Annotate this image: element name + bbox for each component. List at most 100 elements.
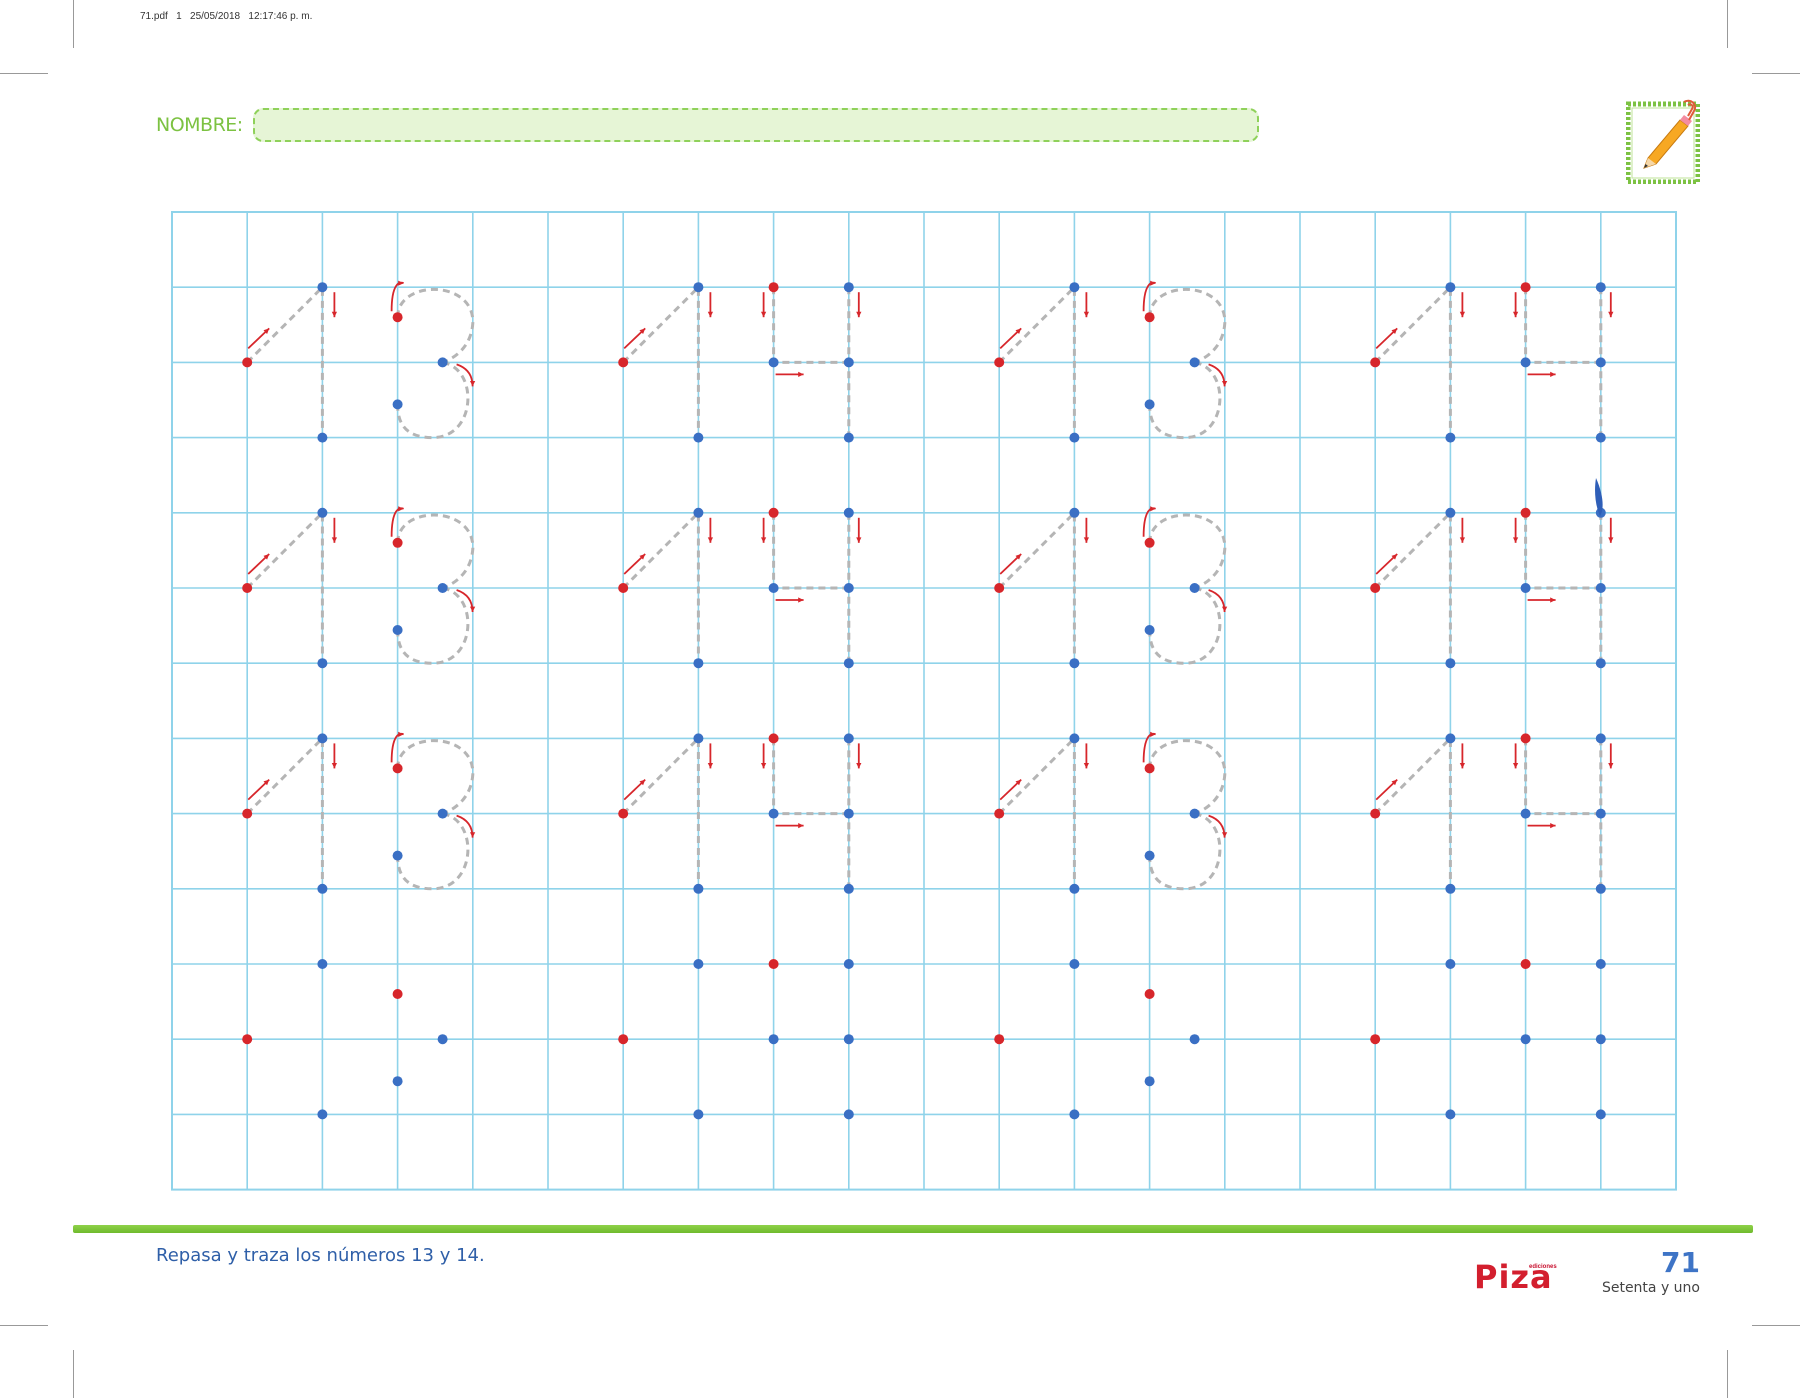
arrow-head	[1550, 822, 1556, 829]
point-dot	[1069, 507, 1080, 518]
start-dot	[1370, 357, 1381, 368]
start-dot	[392, 312, 403, 323]
point-dot	[1144, 1076, 1155, 1087]
point-dot	[317, 1109, 328, 1120]
arrow-head	[398, 731, 404, 738]
dashed-trace	[1148, 287, 1227, 364]
curved-arrow-icon	[1208, 363, 1226, 387]
arrow-head	[760, 311, 767, 318]
point-dot	[1144, 399, 1155, 410]
point-dot	[843, 357, 854, 368]
start-dot	[768, 733, 779, 744]
arrow-head	[331, 762, 338, 769]
dashed-trace	[772, 287, 849, 364]
point-dot	[843, 808, 854, 819]
arrow-head	[1459, 537, 1466, 543]
point-dot	[317, 959, 328, 969]
point-dot	[317, 733, 328, 744]
point-dot	[843, 432, 854, 443]
point-dot	[843, 959, 854, 969]
point-dot	[843, 282, 854, 293]
point-dot	[1189, 808, 1200, 819]
point-dot	[693, 432, 704, 443]
arrow-head	[1608, 537, 1614, 543]
point-dot	[1595, 883, 1606, 894]
start-dot	[1520, 733, 1531, 744]
point-dot	[1595, 658, 1606, 669]
start-dot	[768, 507, 779, 518]
start-dot	[1520, 507, 1531, 518]
point-dot	[843, 1109, 854, 1120]
point-dot	[1189, 583, 1200, 593]
start-dot	[618, 583, 629, 593]
arrow-head	[1512, 537, 1519, 543]
point-dot	[437, 808, 448, 819]
arrow-head	[798, 371, 804, 378]
dashed-trace	[772, 738, 849, 816]
dashed-trace	[396, 739, 475, 816]
point-dot	[843, 583, 854, 593]
arrow-head	[707, 537, 714, 543]
point-dot	[437, 1034, 448, 1045]
point-dot	[1595, 357, 1606, 368]
point-dot	[843, 658, 854, 669]
arrow-head	[1221, 380, 1228, 387]
arrow-head	[1150, 731, 1156, 738]
start-dot	[1520, 959, 1531, 969]
dashed-trace	[1148, 360, 1222, 440]
arrow-head	[1459, 311, 1466, 318]
arrow-head	[1512, 311, 1519, 318]
start-dot	[242, 808, 253, 819]
arrow-head	[707, 311, 714, 318]
grid-lines	[171, 211, 1677, 1191]
point-dot	[768, 583, 779, 593]
point-dot	[693, 282, 704, 293]
point-dot	[1595, 733, 1606, 744]
point-dot	[437, 357, 448, 368]
point-dot	[768, 357, 779, 368]
footer-bar	[73, 1225, 1753, 1233]
point-dot	[392, 399, 403, 410]
point-dot	[1189, 357, 1200, 368]
point-dot	[693, 507, 704, 518]
arrow-head	[1550, 597, 1556, 603]
point-dot	[392, 625, 403, 635]
point-dot	[437, 583, 448, 593]
point-dot	[843, 733, 854, 744]
arrow-head	[331, 311, 338, 318]
point-dot	[392, 850, 403, 861]
start-dot	[392, 537, 403, 548]
arrow-head	[1083, 537, 1090, 543]
point-dot	[1595, 282, 1606, 293]
curved-arrow-icon	[456, 363, 474, 387]
dashed-trace	[396, 513, 475, 590]
point-dot	[1595, 1109, 1606, 1120]
arrow-head	[1150, 280, 1156, 286]
arrow-head	[1221, 606, 1228, 612]
start-dot	[1520, 282, 1531, 293]
arrow-head	[469, 832, 476, 838]
point-dot	[1520, 808, 1531, 819]
start-dot	[1144, 537, 1155, 548]
start-dot	[768, 282, 779, 293]
start-dot	[1370, 1034, 1381, 1045]
point-dot	[693, 658, 704, 669]
start-dot	[392, 989, 403, 999]
point-dot	[693, 1109, 704, 1120]
arrow-head	[1608, 762, 1614, 769]
point-dot	[1144, 850, 1155, 861]
curved-arrow-icon	[456, 589, 474, 613]
point-dot	[843, 1034, 854, 1045]
arrow-head	[798, 822, 804, 829]
point-dot	[317, 507, 328, 518]
arrow-head	[398, 506, 404, 512]
point-dot	[317, 883, 328, 894]
point-dot	[1445, 282, 1456, 293]
dashed-trace	[1148, 513, 1227, 590]
page-number-words: Setenta y uno	[1601, 1280, 1700, 1296]
arrow-head	[1608, 311, 1614, 318]
point-dot	[1445, 507, 1456, 518]
tracing-worksheet	[171, 211, 1677, 1191]
start-dot	[392, 763, 403, 774]
page-number: 71	[1661, 1246, 1700, 1279]
